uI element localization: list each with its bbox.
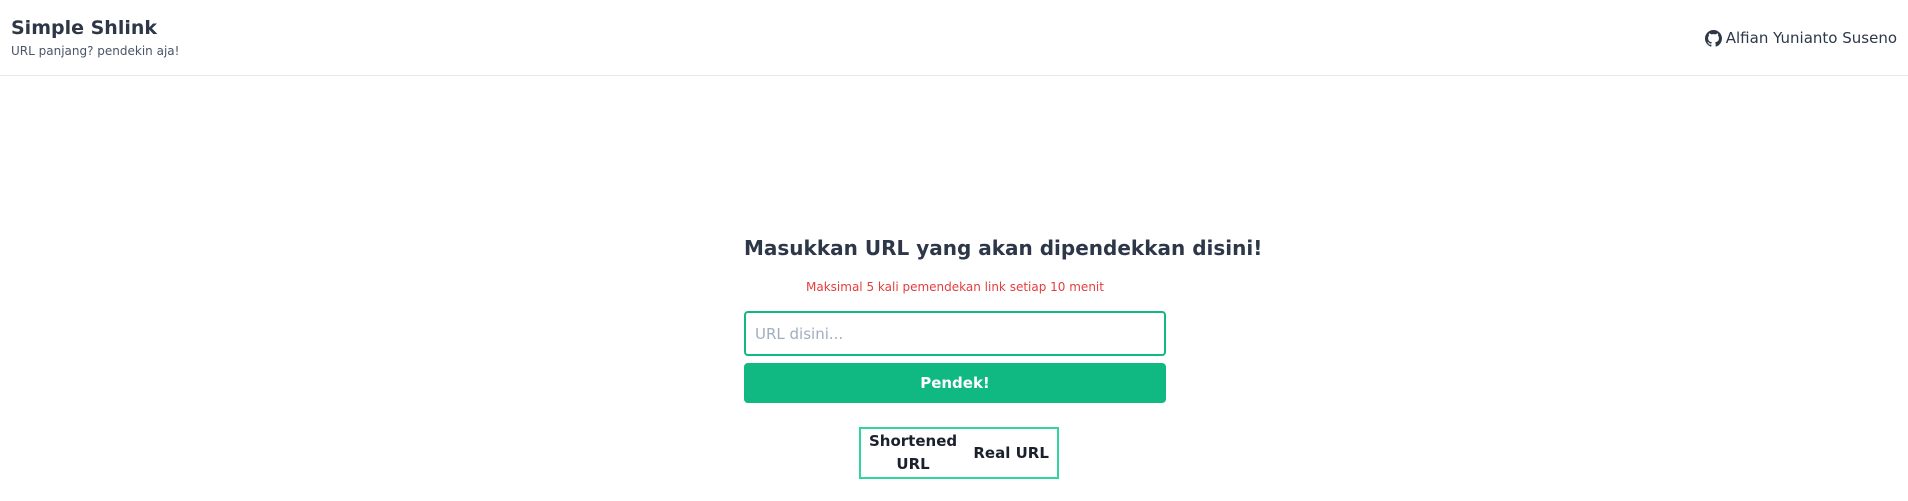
shorten-button[interactable]: Pendek! xyxy=(744,363,1166,403)
url-input[interactable] xyxy=(744,311,1166,356)
author-github-link[interactable]: Alfian Yunianto Suseno xyxy=(1704,27,1897,49)
column-header-shortened-url: Shortened URL xyxy=(869,432,958,473)
top-navbar: Simple Shlink URL panjang? pendekin aja!… xyxy=(0,0,1908,76)
github-icon xyxy=(1704,29,1722,47)
rate-limit-warning: Maksimal 5 kali pemendekan link setiap 1… xyxy=(806,280,1104,294)
results-table-header: Shortened URL Real URL xyxy=(861,429,1057,477)
author-name: Alfian Yunianto Suseno xyxy=(1725,29,1897,47)
app-subtitle: URL panjang? pendekin aja! xyxy=(11,44,180,58)
form-heading: Masukkan URL yang akan dipendekkan disin… xyxy=(744,236,1263,260)
column-header-real-url: Real URL xyxy=(973,443,1049,462)
main-content: Masukkan URL yang akan dipendekkan disin… xyxy=(0,77,1908,501)
results-table: Shortened URL Real URL xyxy=(859,427,1060,479)
app-title: Simple Shlink xyxy=(11,17,158,39)
